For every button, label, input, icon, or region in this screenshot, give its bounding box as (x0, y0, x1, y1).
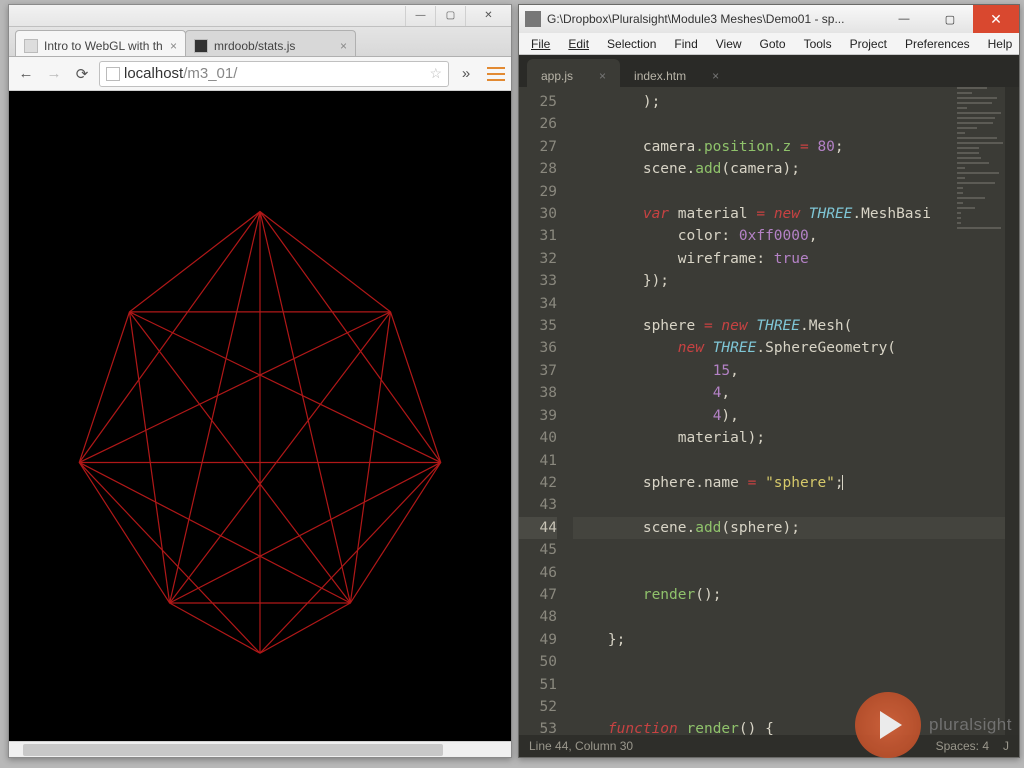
page-icon (106, 67, 120, 81)
sublime-close-button[interactable]: ✕ (973, 5, 1019, 33)
chrome-close-button[interactable]: ✕ (465, 6, 511, 26)
menu-file[interactable]: File (523, 35, 558, 53)
favicon-icon (194, 39, 208, 53)
reload-button[interactable]: ⟳ (71, 63, 93, 85)
editor-body: 2526272829303132333435363738394041424344… (519, 87, 1019, 735)
editor-tab-indexhtm[interactable]: index.htm × (620, 59, 733, 87)
pluralsight-watermark: pluralsight (855, 692, 1012, 758)
menu-find[interactable]: Find (666, 35, 705, 53)
sublime-titlebar: G:\Dropbox\Pluralsight\Module3 Meshes\De… (519, 5, 1019, 33)
browser-tab-inactive[interactable]: mrdoob/stats.js × (185, 30, 356, 56)
overflow-icon[interactable]: » (455, 63, 477, 85)
tab-label: app.js (541, 69, 573, 83)
horizontal-scrollbar[interactable] (9, 741, 511, 757)
tab-close-icon[interactable]: × (599, 69, 606, 83)
tab-close-icon[interactable]: × (340, 39, 347, 53)
menu-edit[interactable]: Edit (560, 35, 597, 53)
chrome-minimize-button[interactable]: — (405, 6, 435, 26)
menu-preferences[interactable]: Preferences (897, 35, 978, 53)
tab-close-icon[interactable]: × (170, 39, 177, 53)
code-area[interactable]: ); camera.position.z = 80; scene.add(cam… (565, 87, 1005, 735)
forward-button[interactable]: → (43, 63, 65, 85)
editor-tab-appjs[interactable]: app.js × (527, 59, 620, 87)
back-button[interactable]: ← (15, 63, 37, 85)
menu-goto[interactable]: Goto (752, 35, 794, 53)
url-text: localhost/m3_01/ (124, 65, 237, 82)
favicon-icon (24, 39, 38, 53)
app-icon (525, 11, 541, 27)
play-icon (855, 692, 921, 758)
chrome-titlebar: — ▢ ✕ (9, 5, 511, 27)
menu-project[interactable]: Project (842, 35, 895, 53)
browser-tab-active[interactable]: Intro to WebGL with th × (15, 30, 186, 56)
chrome-window: — ▢ ✕ Intro to WebGL with th × mrdoob/st… (8, 4, 512, 758)
tab-title: Intro to WebGL with th (44, 39, 164, 53)
line-gutter: 2526272829303132333435363738394041424344… (519, 87, 565, 735)
window-title: G:\Dropbox\Pluralsight\Module3 Meshes\De… (547, 12, 881, 26)
watermark-text: pluralsight (929, 715, 1012, 735)
minimap[interactable] (957, 87, 1005, 267)
chrome-toolbar: ← → ⟳ localhost/m3_01/ ☆ » (9, 57, 511, 91)
menu-selection[interactable]: Selection (599, 35, 664, 53)
chrome-maximize-button[interactable]: ▢ (435, 6, 465, 26)
webgl-canvas (9, 91, 511, 741)
editor-tabs: app.js × index.htm × (519, 55, 1019, 87)
vertical-scrollbar[interactable] (1005, 87, 1019, 735)
menu-view[interactable]: View (708, 35, 750, 53)
chrome-tabstrip: Intro to WebGL with th × mrdoob/stats.js… (9, 27, 511, 57)
sublime-maximize-button[interactable]: ▢ (927, 5, 973, 33)
bookmark-star-icon[interactable]: ☆ (429, 65, 442, 82)
menu-button[interactable] (487, 67, 505, 81)
wireframe-sphere (9, 91, 511, 734)
address-bar[interactable]: localhost/m3_01/ ☆ (99, 61, 449, 87)
status-position[interactable]: Line 44, Column 30 (529, 739, 633, 753)
menu-help[interactable]: Help (980, 35, 1021, 53)
menu-tools[interactable]: Tools (796, 35, 840, 53)
sublime-minimize-button[interactable]: — (881, 5, 927, 33)
tab-label: index.htm (634, 69, 686, 83)
sublime-window: G:\Dropbox\Pluralsight\Module3 Meshes\De… (518, 4, 1020, 758)
menu-bar: File Edit Selection Find View Goto Tools… (519, 33, 1019, 55)
tab-close-icon[interactable]: × (712, 69, 719, 83)
tab-title: mrdoob/stats.js (214, 39, 334, 53)
